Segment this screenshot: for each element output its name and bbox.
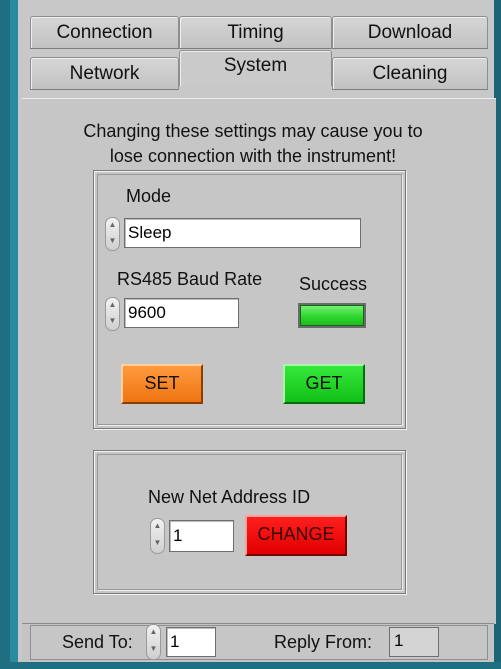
mode-label: Mode bbox=[126, 186, 172, 206]
chevron-up-icon[interactable]: ▲ bbox=[108, 218, 117, 234]
baud-rate-label: RS485 Baud Rate bbox=[117, 269, 263, 289]
get-button[interactable]: GET bbox=[283, 364, 365, 404]
warning-line-1: Changing these settings may cause you to bbox=[83, 121, 423, 141]
send-to-field[interactable]: 1 bbox=[166, 627, 216, 657]
tab-network[interactable]: Network bbox=[30, 57, 179, 90]
tab-system[interactable]: System bbox=[179, 50, 332, 86]
change-button[interactable]: CHANGE bbox=[245, 515, 347, 556]
send-to-label: Send To: bbox=[62, 632, 133, 652]
chevron-up-icon[interactable]: ▲ bbox=[108, 298, 117, 314]
tab-connection[interactable]: Connection bbox=[30, 16, 179, 49]
chevron-down-icon[interactable]: ▼ bbox=[149, 642, 158, 659]
net-address-stepper[interactable]: ▲ ▼ bbox=[150, 518, 165, 554]
tab-download[interactable]: Download bbox=[332, 16, 488, 49]
baud-rate-field[interactable]: 9600 bbox=[124, 298, 239, 328]
chevron-down-icon[interactable]: ▼ bbox=[108, 314, 117, 330]
warning-line-2: lose connection with the instrument! bbox=[109, 146, 397, 166]
mode-field[interactable]: Sleep bbox=[124, 218, 361, 248]
window-frame-left-inner bbox=[10, 0, 18, 669]
reply-from-field: 1 bbox=[389, 627, 439, 657]
tab-cleaning[interactable]: Cleaning bbox=[332, 57, 488, 90]
net-address-field[interactable]: 1 bbox=[169, 520, 234, 552]
net-address-label: New Net Address ID bbox=[148, 487, 311, 507]
baud-rate-stepper[interactable]: ▲ ▼ bbox=[105, 297, 120, 331]
warning-message: Changing these settings may cause you to… bbox=[30, 119, 476, 169]
set-button[interactable]: SET bbox=[121, 364, 203, 404]
success-led bbox=[298, 303, 366, 328]
window-frame-bottom bbox=[0, 662, 501, 669]
chevron-down-icon[interactable]: ▼ bbox=[108, 234, 117, 250]
chevron-up-icon[interactable]: ▲ bbox=[153, 519, 162, 536]
mode-stepper[interactable]: ▲ ▼ bbox=[105, 217, 120, 251]
success-label: Success bbox=[299, 274, 368, 294]
reply-from-label: Reply From: bbox=[274, 632, 373, 652]
send-to-stepper[interactable]: ▲ ▼ bbox=[146, 624, 161, 660]
chevron-up-icon[interactable]: ▲ bbox=[149, 625, 158, 642]
tab-timing[interactable]: Timing bbox=[179, 16, 332, 49]
window-frame-left bbox=[0, 0, 10, 669]
chevron-down-icon[interactable]: ▼ bbox=[153, 536, 162, 553]
